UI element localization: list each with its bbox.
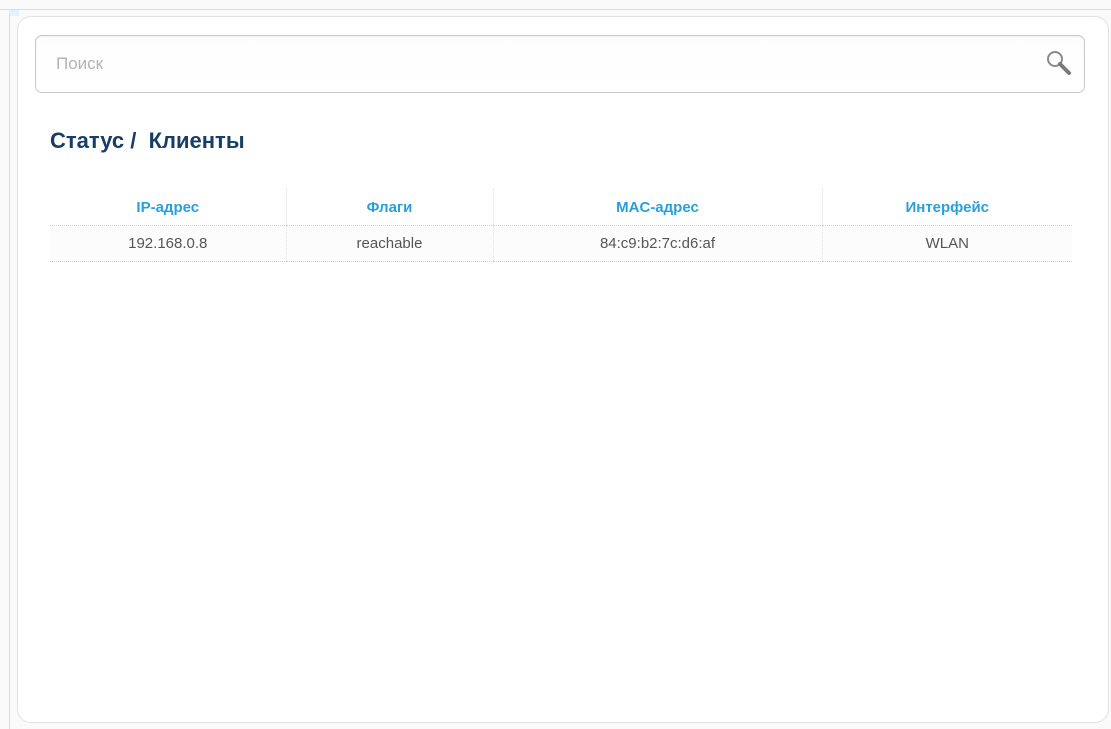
- breadcrumb-separator: /: [124, 128, 149, 153]
- cell-ip: 192.168.0.8: [50, 225, 286, 262]
- content-panel: Статус / Клиенты IP-адрес Флаги MAC-адре…: [17, 16, 1109, 723]
- left-divider: [9, 14, 10, 729]
- cell-mac: 84:c9:b2:7c:d6:af: [492, 225, 822, 262]
- breadcrumb-section[interactable]: Статус: [50, 128, 124, 153]
- clients-table: IP-адрес Флаги MAC-адрес Интерфейс 192.1…: [50, 189, 1072, 262]
- breadcrumb-current: Клиенты: [148, 128, 245, 153]
- search-box[interactable]: [35, 35, 1085, 93]
- column-header-ip[interactable]: IP-адрес: [50, 189, 286, 226]
- column-header-mac[interactable]: MAC-адрес: [492, 189, 822, 226]
- cell-interface: WLAN: [821, 225, 1072, 262]
- search-input[interactable]: [56, 36, 1016, 92]
- column-header-interface[interactable]: Интерфейс: [821, 189, 1072, 226]
- top-divider: [0, 9, 1111, 10]
- table-row[interactable]: 192.168.0.8 reachable 84:c9:b2:7c:d6:af …: [50, 225, 1072, 262]
- left-menu-edge: [9, 10, 19, 16]
- table-header-row: IP-адрес Флаги MAC-адрес Интерфейс: [50, 189, 1072, 226]
- column-header-flags[interactable]: Флаги: [285, 189, 493, 226]
- page-title: Статус / Клиенты: [50, 128, 245, 154]
- search-icon[interactable]: [1044, 49, 1074, 79]
- cell-flags: reachable: [285, 225, 493, 262]
- page-frame: Статус / Клиенты IP-адрес Флаги MAC-адре…: [0, 0, 1111, 729]
